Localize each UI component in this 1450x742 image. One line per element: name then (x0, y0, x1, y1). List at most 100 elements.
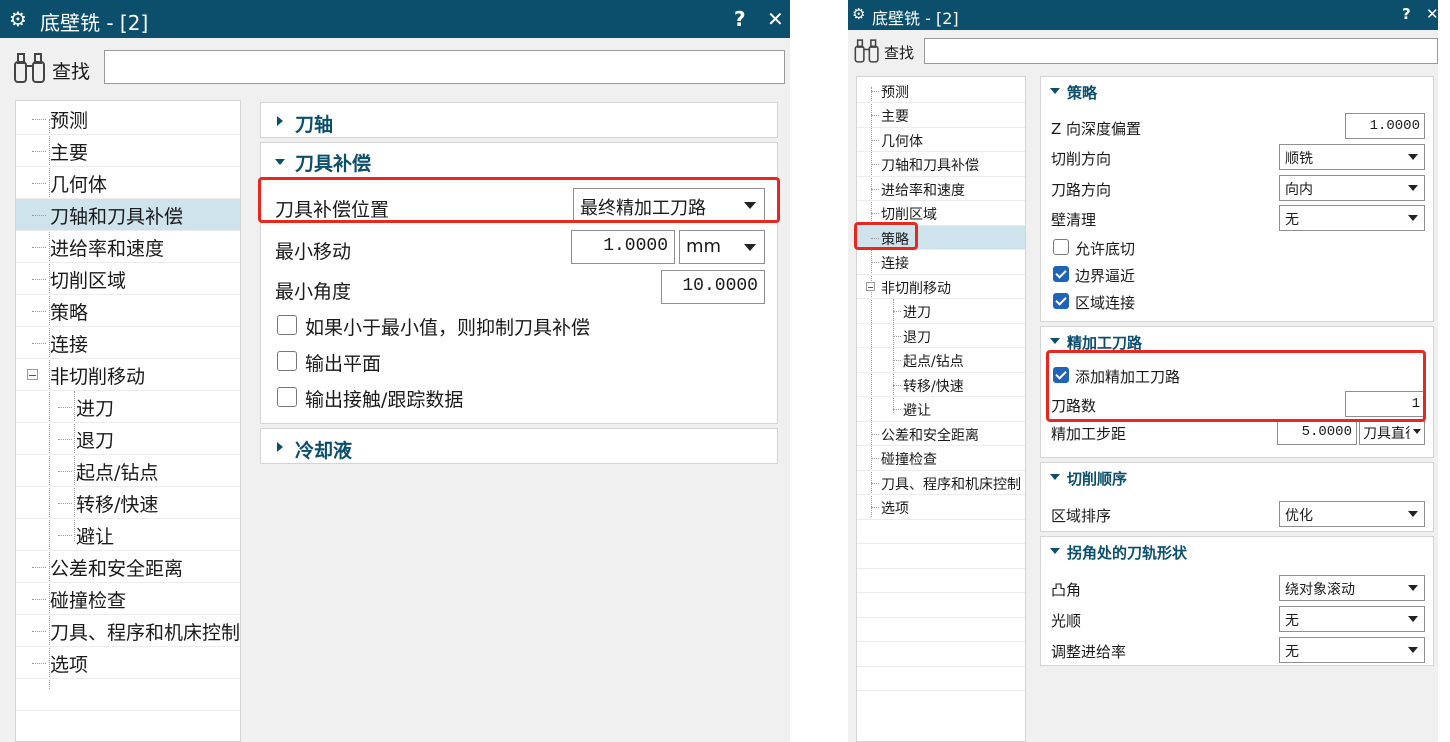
tree-item-label: 碰撞检查 (881, 452, 937, 468)
tree-item-retract[interactable]: 退刀 (16, 423, 240, 455)
help-icon[interactable]: ? (1402, 5, 1411, 23)
right-nav-tree: 预测 主要 几何体 刀轴和刀具补偿 进给率和速度 切削区域 策略 连接 非切削移… (856, 76, 1026, 742)
min-move-label: 最小移动 (275, 241, 352, 263)
tree-item-transfer-rapid[interactable]: 转移/快速 (857, 373, 1025, 397)
tree-connector (32, 311, 46, 312)
tree-connector (871, 458, 879, 459)
tree-empty-row (16, 679, 240, 711)
tree-item-feeds-speeds[interactable]: 进给率和速度 (857, 177, 1025, 201)
tree-connector (58, 503, 72, 504)
help-icon[interactable]: ? (734, 7, 746, 31)
output-plane-checkbox[interactable] (277, 351, 297, 371)
collapse-icon[interactable] (866, 282, 875, 291)
tree-item-non-cutting[interactable]: 非切削移动 (857, 275, 1025, 299)
gear-icon[interactable]: ⚙ (852, 5, 865, 23)
tree-connector (32, 151, 46, 152)
close-icon[interactable]: ✕ (1426, 5, 1438, 23)
tree-item-label: 切削区域 (881, 207, 937, 223)
tree-item-tolerance[interactable]: 公差和安全距离 (16, 551, 240, 583)
expand-icon[interactable] (277, 442, 283, 452)
output-plane-label: 输出平面 (305, 353, 382, 375)
min-move-unit-select[interactable]: mm (679, 230, 765, 264)
adjust-feed-select[interactable]: 无 (1279, 637, 1425, 663)
tree-item-geometry[interactable]: 几何体 (16, 167, 240, 199)
min-angle-input[interactable]: 10.0000 (661, 270, 765, 304)
tree-item-transfer-rapid[interactable]: 转移/快速 (16, 487, 240, 519)
tree-item-label: 避让 (903, 403, 931, 419)
tree-empty-row (857, 667, 1025, 691)
z-offset-input[interactable]: 1.0000 (1345, 113, 1425, 139)
tree-item-tool-axis-comp[interactable]: 刀轴和刀具补偿 (857, 152, 1025, 177)
tree-item-label: 主要 (881, 109, 909, 125)
tree-item-non-cutting[interactable]: 非切削移动 (16, 359, 240, 391)
tree-connector (871, 189, 879, 190)
tree-item-collision[interactable]: 碰撞检查 (16, 583, 240, 615)
tree-item-collision[interactable]: 碰撞检查 (857, 446, 1025, 471)
select-value: 优化 (1285, 508, 1313, 524)
tree-item-tool-program-machine[interactable]: 刀具、程序和机床控制 (16, 615, 240, 647)
tree-connector (32, 663, 46, 664)
tree-item-options[interactable]: 选项 (857, 495, 1025, 520)
tree-item-start-drill[interactable]: 起点/钻点 (16, 455, 240, 487)
tree-connector (893, 360, 901, 361)
convex-corner-select[interactable]: 绕对象滚动 (1279, 575, 1425, 601)
tree-item-connect[interactable]: 连接 (857, 250, 1025, 275)
smooth-select[interactable]: 无 (1279, 606, 1425, 632)
tree-item-start-drill[interactable]: 起点/钻点 (857, 348, 1025, 373)
tree-empty-row (857, 593, 1025, 618)
tree-item-label: 预测 (50, 110, 89, 132)
tree-connector (32, 343, 46, 344)
region-connect-checkbox[interactable] (1053, 293, 1069, 309)
min-move-input[interactable]: 1.0000 (571, 230, 675, 264)
find-input[interactable] (924, 38, 1438, 64)
tree-item-tolerance[interactable]: 公差和安全距离 (857, 422, 1025, 446)
finish-step-unit-select[interactable]: 刀具直径 (1359, 419, 1425, 445)
tree-item-engage[interactable]: 进刀 (857, 299, 1025, 324)
output-contact-checkbox[interactable] (277, 387, 297, 407)
collapse-icon[interactable] (27, 369, 38, 380)
allow-undercut-checkbox[interactable] (1053, 239, 1069, 255)
collapse-icon[interactable] (1050, 338, 1060, 344)
gear-icon[interactable]: ⚙ (9, 7, 27, 31)
select-value: 无 (1285, 613, 1299, 629)
tree-item-geometry[interactable]: 几何体 (857, 128, 1025, 152)
collapse-icon[interactable] (275, 159, 285, 165)
tree-connector (58, 471, 72, 472)
tree-item-predict[interactable]: 预测 (857, 79, 1025, 103)
collapse-icon[interactable] (1050, 88, 1060, 94)
tree-item-options[interactable]: 选项 (16, 647, 240, 679)
find-input[interactable] (104, 50, 785, 84)
wall-cleanup-select[interactable]: 无 (1279, 205, 1425, 231)
tree-item-retract[interactable]: 退刀 (857, 324, 1025, 348)
path-direction-select[interactable]: 向内 (1279, 175, 1425, 201)
suppress-comp-checkbox[interactable] (277, 315, 297, 335)
group-title: 策略 (1067, 84, 1098, 102)
tree-item-avoidance[interactable]: 避让 (857, 397, 1025, 422)
tree-item-connect[interactable]: 连接 (16, 327, 240, 359)
tree-item-cut-area[interactable]: 切削区域 (16, 263, 240, 295)
tree-item-engage[interactable]: 进刀 (16, 391, 240, 423)
tree-item-main[interactable]: 主要 (16, 135, 240, 167)
tree-item-label: 退刀 (76, 430, 115, 452)
tree-item-feeds-speeds[interactable]: 进给率和速度 (16, 231, 240, 263)
cut-direction-select[interactable]: 顺铣 (1279, 144, 1425, 170)
tree-item-tool-axis-comp[interactable]: 刀轴和刀具补偿 (16, 199, 240, 231)
tree-item-strategy[interactable]: 策略 (16, 295, 240, 327)
finish-step-input[interactable]: 5.0000 (1277, 419, 1357, 445)
tree-item-main[interactable]: 主要 (857, 103, 1025, 128)
tree-item-tool-program-machine[interactable]: 刀具、程序和机床控制 (857, 471, 1025, 495)
tree-connector (871, 262, 879, 263)
group-tool-axis[interactable]: 刀轴 (260, 102, 778, 138)
close-icon[interactable]: ✕ (767, 7, 784, 31)
tree-item-avoidance[interactable]: 避让 (16, 519, 240, 551)
region-order-select[interactable]: 优化 (1279, 501, 1425, 527)
chevron-down-icon (1413, 429, 1421, 434)
boundary-approach-checkbox[interactable] (1053, 266, 1069, 282)
tree-item-predict[interactable]: 预测 (16, 103, 240, 135)
collapse-icon[interactable] (1050, 548, 1060, 554)
group-coolant[interactable]: 冷却液 (260, 428, 778, 464)
collapse-icon[interactable] (1050, 474, 1060, 480)
tree-item-label: 选项 (881, 501, 909, 517)
group-cut-order: 切削顺序 区域排序 优化 (1040, 462, 1434, 532)
expand-icon[interactable] (277, 116, 283, 126)
